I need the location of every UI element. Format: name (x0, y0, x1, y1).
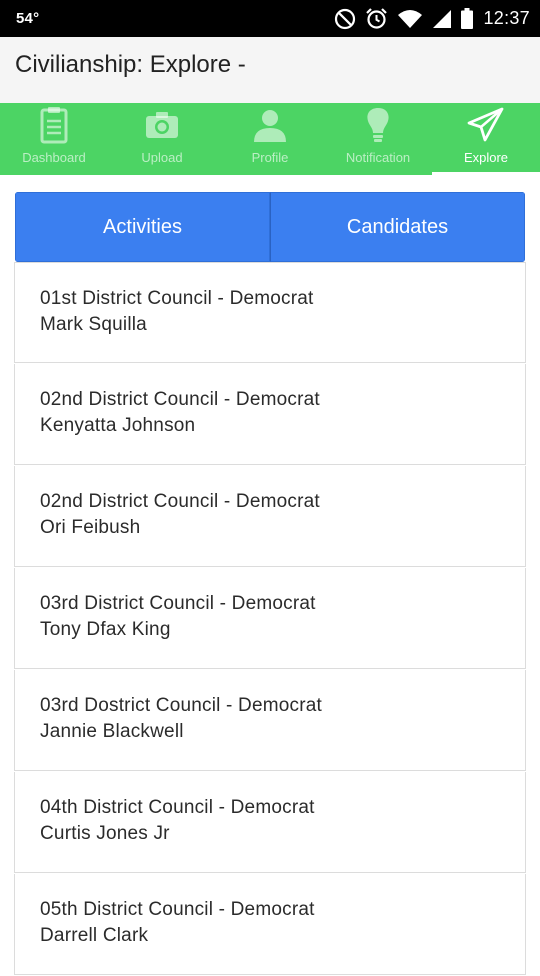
district-label: 03rd District Council - Democrat (40, 593, 316, 614)
list-item[interactable]: 03rd Dostrict Council - Democrat Jannie … (14, 670, 526, 771)
clipboard-icon (34, 106, 74, 144)
status-bar: 54° 12:37 (0, 0, 540, 37)
candidates-button[interactable]: Candidates (270, 192, 525, 262)
nav-label: Profile (251, 150, 289, 165)
list-item[interactable]: 02nd District Council - Democrat Ori Fei… (14, 466, 526, 567)
nav-item-explore[interactable]: Explore (432, 103, 540, 175)
activities-button[interactable]: Activities (15, 192, 270, 262)
list-item[interactable]: 01st District Council - Democrat Mark Sq… (14, 262, 526, 363)
camera-icon (142, 106, 182, 144)
candidate-name: Jannie Blackwell (40, 721, 184, 742)
district-label: 02nd District Council - Democrat (40, 389, 320, 410)
segmented-control: Activities Candidates (15, 192, 525, 262)
lightbulb-icon (358, 106, 398, 144)
nav-label: Upload (141, 150, 183, 165)
signal-icon (432, 9, 452, 29)
nav-item-dashboard[interactable]: Dashboard (0, 103, 108, 175)
district-label: 05th District Council - Democrat (40, 899, 315, 920)
battery-icon (461, 8, 474, 29)
paper-plane-icon (466, 106, 506, 144)
candidate-name: Kenyatta Johnson (40, 415, 196, 436)
nav-label: Dashboard (22, 150, 86, 165)
title-bar: Civilianship: Explore - (0, 37, 540, 103)
page-title: Civilianship: Explore - (15, 51, 246, 78)
candidate-name: Tony Dfax King (40, 619, 171, 640)
nav-item-upload[interactable]: Upload (108, 103, 216, 175)
clock: 12:37 (483, 8, 530, 28)
candidate-list: 01st District Council - Democrat Mark Sq… (14, 262, 526, 976)
alarm-icon (365, 7, 388, 30)
status-icons: 12:37 (325, 6, 530, 31)
district-label: 02nd District Council - Democrat (40, 491, 320, 512)
active-tab-indicator (432, 172, 540, 175)
wifi-icon (397, 9, 423, 29)
district-label: 03rd Dostrict Council - Democrat (40, 695, 322, 716)
list-item[interactable]: 02nd District Council - Democrat Kenyatt… (14, 364, 526, 465)
person-icon (250, 106, 290, 144)
nav-item-notification[interactable]: Notification (324, 103, 432, 175)
district-label: 04th District Council - Democrat (40, 797, 315, 818)
nav-bar: Dashboard Upload Profile Notification Ex… (0, 103, 540, 175)
district-label: 01st District Council - Democrat (40, 288, 314, 309)
temperature-indicator: 54° (16, 10, 40, 27)
nav-item-profile[interactable]: Profile (216, 103, 324, 175)
nav-label: Notification (345, 150, 411, 165)
candidate-name: Darrell Clark (40, 925, 149, 946)
candidate-name: Mark Squilla (40, 314, 147, 335)
list-item[interactable]: 04th District Council - Democrat Curtis … (14, 772, 526, 873)
do-not-disturb-icon (334, 8, 356, 30)
list-item[interactable]: 03rd District Council - Democrat Tony Df… (14, 568, 526, 669)
nav-label: Explore (463, 150, 509, 165)
candidate-name: Ori Feibush (40, 517, 141, 538)
candidate-name: Curtis Jones Jr (40, 823, 170, 844)
